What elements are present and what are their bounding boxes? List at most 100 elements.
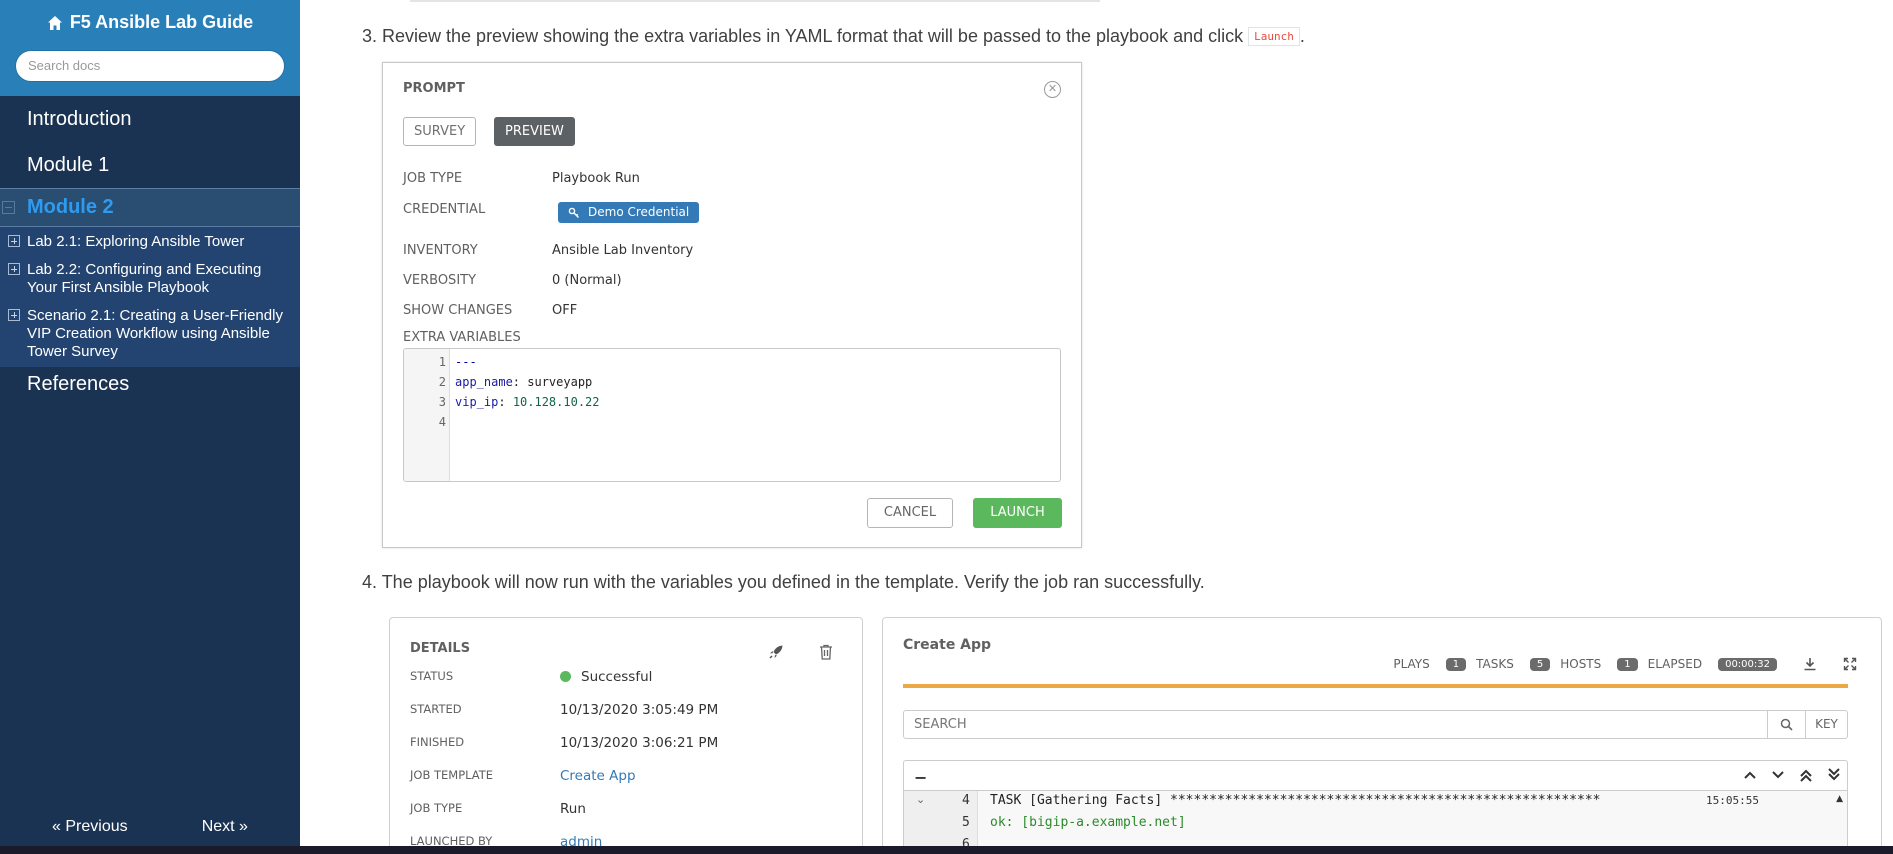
nav-module-2[interactable]: Module 2 [0,188,300,227]
tab-preview[interactable]: PREVIEW [494,117,575,146]
main-content: 3. Review the preview showing the extra … [300,0,1893,854]
yaml-key: app_name [455,375,513,389]
step-3-sentence: 3. Review the preview showing the extra … [362,26,1244,46]
prompt-dialog: PROMPT ✕ SURVEY PREVIEW JOB TYPE Playboo… [382,62,1082,548]
nav-lab-2-2[interactable]: Lab 2.2: Configuring and Executing Your … [0,255,300,301]
next-link[interactable]: Next » [202,818,248,836]
line-number: 3 [438,395,446,409]
launch-button[interactable]: LAUNCH [973,498,1062,528]
expand-icon[interactable] [8,309,20,321]
nav-lab-2-1-label: Lab 2.1: Exploring Ansible Tower [27,233,245,250]
verbosity-label: VERBOSITY [403,273,477,288]
verbosity-value: 0 (Normal) [552,273,622,288]
previous-link[interactable]: « Previous [52,818,128,836]
tab-survey[interactable]: SURVEY [403,117,477,146]
close-icon[interactable]: ✕ [1044,81,1061,98]
chevron-down-icon[interactable]: ⌄ [916,793,925,806]
line-number: 1 [438,355,446,369]
inventory-value: Ansible Lab Inventory [552,243,694,258]
key-button[interactable]: KEY [1806,710,1848,739]
site-title-link[interactable]: F5 Ansible Lab Guide [47,12,253,33]
job-type-value: Run [560,801,586,817]
line-number: 4 [438,415,446,429]
tasks-label: TASKS [1476,657,1514,671]
job-template-link[interactable]: Create App [560,768,636,784]
fullscreen-icon[interactable] [1843,657,1857,671]
progress-bar [903,684,1848,688]
output-title: Create App [903,637,992,653]
sidebar-header: F5 Ansible Lab Guide [0,0,300,96]
job-type-label: JOB TYPE [410,801,463,815]
chevron-down-icon[interactable] [1771,768,1785,782]
status-text: Successful [581,669,653,685]
log-line-number: 5 [962,815,970,830]
nav-module-2-label: Module 2 [27,196,114,218]
collapse-all-icon[interactable]: − [914,768,927,787]
nav-scenario-2-1[interactable]: Scenario 2.1: Creating a User-Friendly V… [0,301,300,365]
divider [410,0,1100,2]
output-search: KEY [903,710,1848,739]
log-timestamp: 15:05:55 [1706,794,1759,807]
show-changes-label: SHOW CHANGES [403,303,513,318]
code-line-2: app_name: surveyapp [455,375,593,389]
search-button[interactable] [1768,710,1806,739]
plays-count-badge: 1 [1445,657,1467,671]
line-number: 2 [438,375,446,389]
scroll-up-icon[interactable]: ▲ [1836,794,1843,804]
download-icon[interactable] [1803,657,1817,671]
started-value: 10/13/2020 3:05:49 PM [560,702,719,718]
chevron-up-icon[interactable] [1743,768,1757,782]
search-icon [1780,718,1793,731]
relaunch-rocket-icon[interactable] [768,644,784,660]
expand-icon[interactable] [8,263,20,275]
finished-label: FINISHED [410,735,465,749]
site-title: F5 Ansible Lab Guide [69,12,254,32]
sidebar: F5 Ansible Lab Guide Introduction Module… [0,0,300,854]
search-docs-input[interactable] [15,49,285,82]
sidebar-nav: Introduction Module 1 Module 2 Lab 2.1: … [0,96,300,846]
status-label: STATUS [410,669,454,683]
nav-module-1[interactable]: Module 1 [0,142,300,188]
yaml-value: 10.128.10.22 [512,395,600,409]
code-line-1: --- [455,355,477,369]
editor-gutter: 1 2 3 4 [404,349,450,481]
tasks-count-badge: 5 [1529,657,1551,671]
extra-variables-editor[interactable]: 1 2 3 4 --- app_name: surveyapp vip_ip: … [403,348,1061,482]
nav-scenario-2-1-label: Scenario 2.1: Creating a User-Friendly V… [27,307,283,360]
started-label: STARTED [410,702,462,716]
collapse-toggle-icon[interactable] [2,201,15,214]
log-nav-controls [1743,768,1841,782]
nav-references[interactable]: References [0,367,300,402]
credential-badge: Demo Credential [558,202,700,223]
log-output[interactable]: ⌄ 4 5 6 TASK [Gathering Facts] *********… [903,790,1848,854]
launch-kbd: Launch [1248,27,1300,46]
double-chevron-up-icon[interactable] [1799,768,1813,782]
job-type-label: JOB TYPE [403,171,463,186]
log-line-5: ok: [bigip-a.example.net] [990,815,1186,830]
trash-icon[interactable] [819,644,833,660]
credential-label: CREDENTIAL [403,202,486,217]
job-details-panel: DETAILS STATUS Successful STARTED 10/13/… [389,617,863,854]
expand-icon[interactable] [8,235,20,247]
double-chevron-down-icon[interactable] [1827,768,1841,782]
nav-introduction[interactable]: Introduction [0,96,300,142]
cancel-button[interactable]: CANCEL [867,498,953,528]
elapsed-badge: 00:00:32 [1718,657,1777,671]
show-changes-value: OFF [552,303,578,318]
inventory-label: INVENTORY [403,243,478,258]
nav-lab-2-1[interactable]: Lab 2.1: Exploring Ansible Tower [0,227,300,255]
job-template-label: JOB TEMPLATE [410,768,494,782]
hosts-count-badge: 1 [1617,657,1638,671]
pager: « Previous Next » [0,818,300,836]
output-search-input[interactable] [903,710,1768,739]
nav-lab-2-2-label: Lab 2.2: Configuring and Executing Your … [27,261,262,296]
yaml-key: vip_ip [455,395,499,409]
job-stats: PLAYS 1 TASKS 5 HOSTS 1 ELAPSED 00:00:32 [1393,657,1857,671]
plays-label: PLAYS [1393,657,1430,671]
job-type-value: Playbook Run [552,171,640,186]
home-icon [47,15,62,30]
bottom-bar [0,846,1893,854]
log-line-number: 4 [962,793,970,808]
module-2-subnav: Lab 2.1: Exploring Ansible Tower Lab 2.2… [0,227,300,367]
log-gutter: ⌄ 4 5 6 [904,791,978,854]
